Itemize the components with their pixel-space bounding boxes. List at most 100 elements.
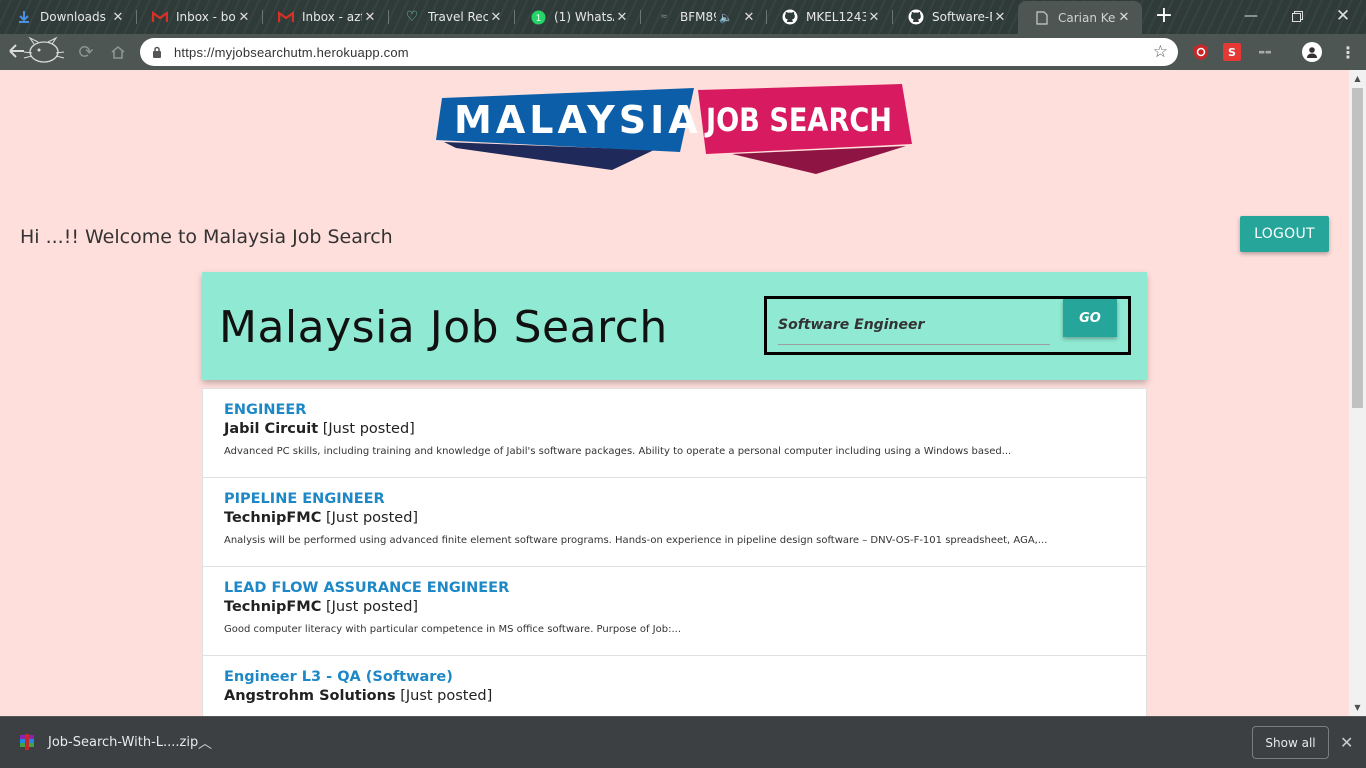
logout-button[interactable]: LOGOUT <box>1240 216 1329 252</box>
close-tab-icon[interactable]: ✕ <box>110 9 126 25</box>
show-all-button[interactable]: Show all <box>1252 726 1329 759</box>
download-item[interactable]: Job-Search-With-L....zip <box>18 733 198 751</box>
close-tab-icon[interactable]: ✕ <box>614 9 630 25</box>
close-window-button[interactable]: ✕ <box>1320 0 1366 32</box>
job-title-link[interactable]: PIPELINE ENGINEER <box>224 491 1125 507</box>
download-shelf: Job-Search-With-L....zip ︿ Show all ✕ <box>0 716 1366 768</box>
download-icon <box>16 9 32 25</box>
reload-icon[interactable]: ⟳ <box>74 40 98 64</box>
scroll-thumb[interactable] <box>1352 88 1363 408</box>
whatsapp-icon: 1 <box>530 9 546 25</box>
ublock-icon[interactable] <box>1191 42 1211 62</box>
close-tab-icon[interactable]: ✕ <box>236 9 252 25</box>
logo-left-text: MALAYSIA <box>454 98 702 142</box>
address-bar[interactable]: https://myjobsearchutm.herokuapp.com ☆ <box>140 38 1178 66</box>
tab-title: Inbox - azfa <box>302 10 362 24</box>
download-file-name: Job-Search-With-L....zip <box>48 734 199 750</box>
restore-button[interactable] <box>1274 0 1320 32</box>
tab-title: BFM89 <box>680 10 716 24</box>
tab-title: Software-En <box>932 10 992 24</box>
job-description: Good computer literacy with particular c… <box>224 624 682 635</box>
scroll-down-icon[interactable]: ▼ <box>1349 699 1366 716</box>
speaker-icon[interactable]: 🔈 <box>718 9 734 25</box>
job-title-link[interactable]: LEAD FLOW ASSURANCE ENGINEER <box>224 580 1125 596</box>
menu-icon[interactable]: ⋮ <box>1338 42 1358 62</box>
job-description: Analysis will be performed using advance… <box>224 535 1048 546</box>
welcome-greeting: Hi ...!! Welcome to Malaysia Job Search <box>20 226 393 248</box>
company-name: Jabil Circuit <box>224 421 319 437</box>
job-company-line: TechnipFMC [Just posted] <box>224 510 1125 526</box>
browser-toolbar: ⟳ https://myjobsearchutm.herokuapp.com ☆… <box>0 34 1366 70</box>
scroll-up-icon[interactable]: ▲ <box>1349 70 1366 87</box>
github-icon <box>782 9 798 25</box>
tab-github-software[interactable]: Software-En ✕ <box>892 2 1018 32</box>
tab-inbox-azfa[interactable]: Inbox - azfa ✕ <box>262 2 388 32</box>
tab-whatsapp[interactable]: 1 (1) WhatsAp ✕ <box>514 2 640 32</box>
company-name: TechnipFMC <box>224 510 322 526</box>
go-button[interactable]: GO <box>1063 299 1117 337</box>
posted-tag: [Just posted] <box>325 599 419 615</box>
job-title-link[interactable]: ENGINEER <box>224 402 1125 418</box>
close-tab-icon[interactable]: ✕ <box>866 9 882 25</box>
tab-title: MKEL1243U <box>806 10 866 24</box>
close-tab-icon[interactable]: ✕ <box>362 9 378 25</box>
home-icon[interactable] <box>106 40 130 64</box>
tab-title: Downloads <box>40 10 106 24</box>
lock-icon[interactable] <box>140 46 174 58</box>
job-listing: Engineer L3 - QA (Software) Angstrohm So… <box>203 656 1146 717</box>
svg-text:1: 1 <box>535 14 541 24</box>
company-name: TechnipFMC <box>224 599 322 615</box>
tab-title: Carian Kerja <box>1058 10 1116 25</box>
search-box: Software Engineer GO <box>764 296 1131 355</box>
extension-icon[interactable]: ▬▬ <box>1255 42 1275 62</box>
tab-strip: Downloads ✕ Inbox - bob ✕ Inbox - azfa ✕… <box>0 0 1366 34</box>
tab-downloads[interactable]: Downloads ✕ <box>0 2 136 32</box>
zip-file-icon <box>18 733 36 751</box>
tab-github-mkel[interactable]: MKEL1243U ✕ <box>766 2 892 32</box>
tab-title: (1) WhatsAp <box>554 10 614 24</box>
bookmark-star-icon[interactable]: ☆ <box>1153 42 1168 62</box>
job-title-link[interactable]: Engineer L3 - QA (Software) <box>224 669 1125 685</box>
job-results-list: ENGINEER Jabil Circuit [Just posted] Adv… <box>202 388 1147 718</box>
gmail-icon <box>278 9 294 25</box>
job-description: Advanced PC skills, including training a… <box>224 446 1012 457</box>
url-text[interactable]: https://myjobsearchutm.herokuapp.com <box>174 45 409 60</box>
close-tab-icon[interactable]: ✕ <box>992 9 1008 25</box>
job-search-input[interactable]: Software Engineer <box>778 313 1050 345</box>
logo-right-text: JOB SEARCH <box>704 101 892 139</box>
tab-carian-kerja[interactable]: Carian Kerja ✕ <box>1018 1 1142 34</box>
close-tab-icon[interactable]: ✕ <box>488 9 504 25</box>
chevron-up-icon[interactable]: ︿ <box>198 733 212 753</box>
profile-icon[interactable] <box>1302 42 1322 62</box>
job-company-line: Angstrohm Solutions [Just posted] <box>224 688 1125 704</box>
tab-title: Travel Reco <box>428 10 488 24</box>
page-icon <box>1034 10 1050 26</box>
github-icon <box>908 9 924 25</box>
tab-inbox-bob[interactable]: Inbox - bob ✕ <box>136 2 262 32</box>
close-shelf-icon[interactable]: ✕ <box>1340 733 1353 752</box>
malaysia-job-search-logo: MALAYSIA JOB SEARCH <box>436 84 914 176</box>
close-tab-icon[interactable]: ✕ <box>742 9 756 25</box>
gmail-icon <box>152 9 168 25</box>
page-scrollbar[interactable]: ▲ ▼ <box>1349 70 1366 716</box>
job-company-line: TechnipFMC [Just posted] <box>224 599 1125 615</box>
back-icon[interactable] <box>8 36 65 64</box>
company-name: Angstrohm Solutions <box>224 688 396 704</box>
search-hero: Malaysia Job Search Software Engineer GO <box>202 272 1147 380</box>
close-tab-icon[interactable]: ✕ <box>1116 10 1132 26</box>
tab-title: Inbox - bob <box>176 10 236 24</box>
job-listing: LEAD FLOW ASSURANCE ENGINEER TechnipFMC … <box>203 567 1146 656</box>
minimize-button[interactable]: — <box>1228 0 1274 32</box>
job-company-line: Jabil Circuit [Just posted] <box>224 421 1125 437</box>
heart-icon: ♡ <box>405 9 419 25</box>
job-listing: PIPELINE ENGINEER TechnipFMC [Just poste… <box>203 478 1146 567</box>
radio-icon: ≈ <box>660 12 668 22</box>
posted-tag: [Just posted] <box>400 688 493 704</box>
s-extension-icon[interactable]: S <box>1223 43 1241 61</box>
job-listing: ENGINEER Jabil Circuit [Just posted] Adv… <box>203 389 1146 478</box>
new-tab-button[interactable]: + <box>1152 5 1176 29</box>
posted-tag: [Just posted] <box>322 421 415 437</box>
tab-bfm[interactable]: ≈ BFM89 🔈 ✕ <box>640 2 766 32</box>
tab-travel[interactable]: ♡ Travel Reco ✕ <box>388 2 514 32</box>
posted-tag: [Just posted] <box>325 510 419 526</box>
